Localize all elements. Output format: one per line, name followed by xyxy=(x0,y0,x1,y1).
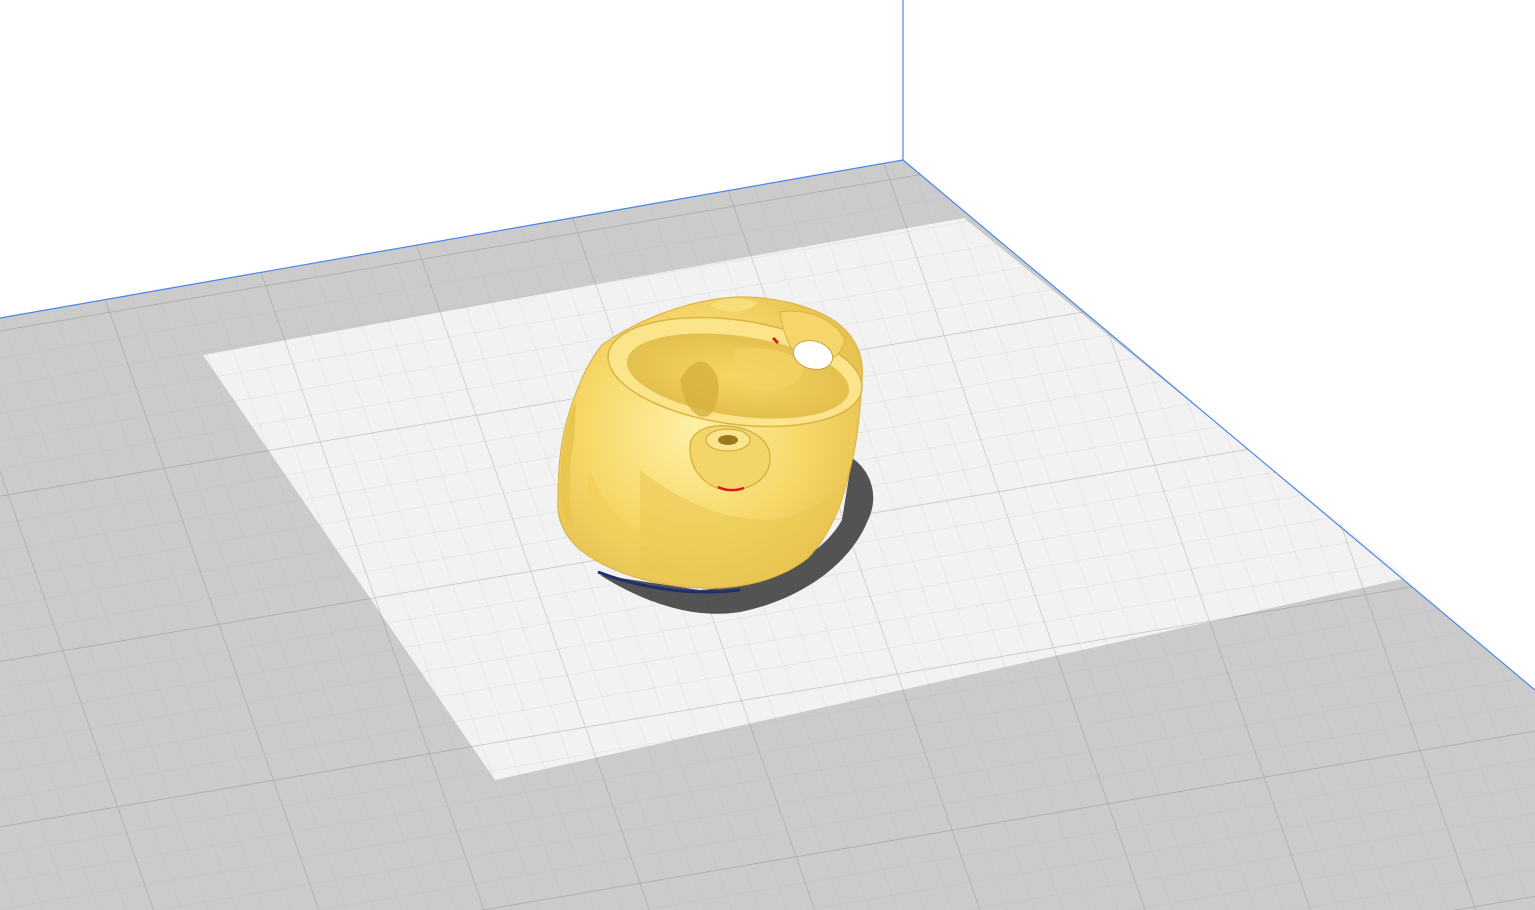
3d-viewport[interactable] xyxy=(0,0,1535,910)
scene-canvas[interactable] xyxy=(0,0,1535,910)
